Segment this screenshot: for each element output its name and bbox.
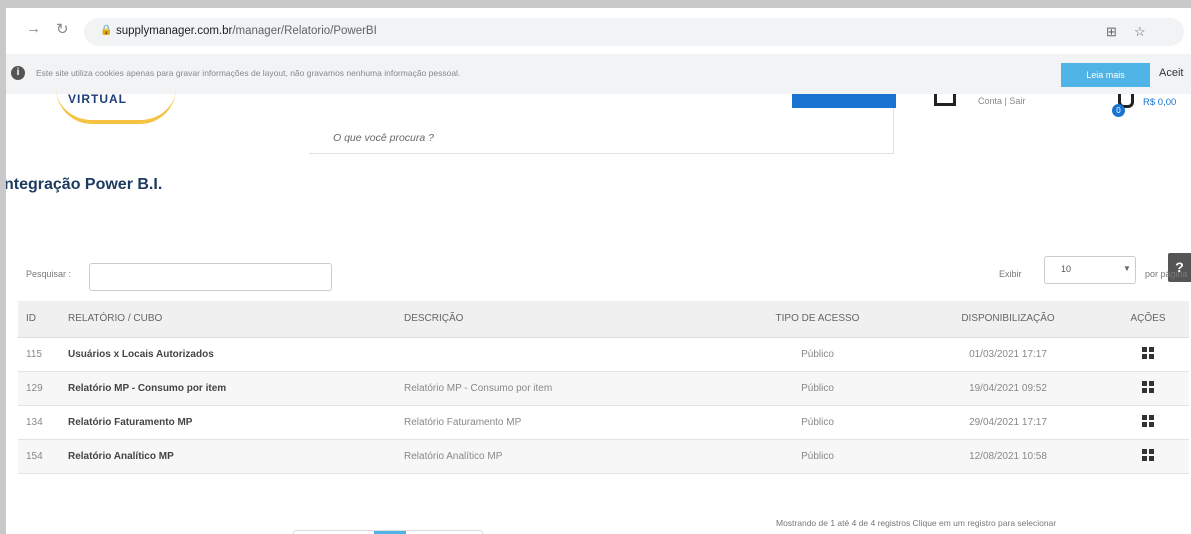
cart-total[interactable]: R$ 0,00 xyxy=(1143,97,1176,108)
info-icon: i xyxy=(11,66,25,80)
cell-report-name: Usuários x Locais Autorizados xyxy=(60,337,396,372)
windows-icon[interactable] xyxy=(1142,448,1154,461)
cell-id: 129 xyxy=(18,371,60,406)
cell-description: Relatório Analítico MP xyxy=(396,439,726,474)
cell-id: 134 xyxy=(18,405,60,440)
user-icon[interactable] xyxy=(934,94,956,106)
cell-availability: 29/04/2021 17:17 xyxy=(909,405,1107,440)
windows-icon[interactable] xyxy=(1142,346,1154,359)
table-header-row: ID RELATÓRIO / CUBO DESCRIÇÃO TIPO DE AC… xyxy=(18,301,1189,338)
accept-button[interactable]: Aceit xyxy=(1159,67,1183,79)
column-header-description[interactable]: DESCRIÇÃO xyxy=(396,301,726,338)
address-bar[interactable]: 🔒 supplymanager.com.br/manager/Relatorio… xyxy=(84,18,1184,46)
browser-toolbar: → ↻ 🔒 supplymanager.com.br/manager/Relat… xyxy=(6,8,1191,54)
cell-access-type: Público xyxy=(726,337,909,372)
lock-icon: 🔒 xyxy=(100,25,113,36)
cell-description: Relatório MP - Consumo por item xyxy=(396,371,726,406)
cell-id: 115 xyxy=(18,337,60,372)
search-label: Pesquisar : xyxy=(26,269,72,279)
table-row[interactable]: 115 Usuários x Locais Autorizados Públic… xyxy=(18,337,1189,372)
star-icon[interactable]: ☆ xyxy=(1134,24,1146,40)
cart-count-badge: 0 xyxy=(1112,104,1125,117)
site-search-panel: O que você procura ? xyxy=(309,94,896,154)
cell-availability: 12/08/2021 10:58 xyxy=(909,439,1107,474)
cell-id: 154 xyxy=(18,439,60,474)
column-header-id[interactable]: ID xyxy=(18,301,60,338)
cell-report-name: Relatório MP - Consumo por item xyxy=(60,371,396,406)
search-submit-button[interactable] xyxy=(792,94,896,108)
page-title: ntegração Power B.I. xyxy=(6,176,163,193)
column-header-report[interactable]: RELATÓRIO / CUBO xyxy=(60,301,396,338)
column-header-actions: AÇÕES xyxy=(1107,301,1189,338)
table-row[interactable]: 154 Relatório Analítico MP Relatório Ana… xyxy=(18,439,1189,474)
url-domain: supplymanager.com.br xyxy=(116,25,233,37)
table-footer-info: Mostrando de 1 até 4 de 4 registros Cliq… xyxy=(776,518,1057,528)
window-frame-top xyxy=(0,0,1191,8)
cell-availability: 01/03/2021 17:17 xyxy=(909,337,1107,372)
cell-access-type: Público xyxy=(726,405,909,440)
search-hint[interactable]: O que você procura ? xyxy=(333,132,434,144)
browser-page: → ↻ 🔒 supplymanager.com.br/manager/Relat… xyxy=(6,8,1191,534)
cell-access-type: Público xyxy=(726,439,909,474)
windows-icon[interactable] xyxy=(1142,380,1154,393)
site-header: VIRTUAL O que você procura ? Conta | Sai… xyxy=(6,92,1191,154)
url-path: /manager/Relatorio/PowerBI xyxy=(232,25,377,37)
cell-description: Relatório Faturamento MP xyxy=(396,405,726,440)
cell-report-name: Relatório Faturamento MP xyxy=(60,405,396,440)
cell-report-name: Relatório Analítico MP xyxy=(60,439,396,474)
cell-availability: 19/04/2021 09:52 xyxy=(909,371,1107,406)
translate-icon[interactable]: ⊞ xyxy=(1106,24,1117,40)
cell-description xyxy=(396,337,726,372)
account-link[interactable]: Conta | Sair xyxy=(978,96,1025,106)
logo-text: VIRTUAL xyxy=(68,92,127,106)
reports-table: ID RELATÓRIO / CUBO DESCRIÇÃO TIPO DE AC… xyxy=(18,301,1189,474)
cookie-text: Este site utiliza cookies apenas para gr… xyxy=(36,68,461,78)
windows-icon[interactable] xyxy=(1142,414,1154,427)
column-header-access-type[interactable]: TIPO DE ACESSO xyxy=(726,301,909,338)
per-page-label: por página xyxy=(1145,269,1188,279)
read-more-button[interactable]: Leia mais xyxy=(1061,63,1150,87)
page-size-label: Exibir xyxy=(999,269,1022,279)
site-logo[interactable]: VIRTUAL xyxy=(56,88,176,124)
reload-icon[interactable]: ↻ xyxy=(56,20,69,38)
url-text[interactable]: supplymanager.com.br/manager/Relatorio/P… xyxy=(116,25,377,37)
search-input[interactable] xyxy=(89,263,332,291)
cell-access-type: Público xyxy=(726,371,909,406)
table-row[interactable]: 134 Relatório Faturamento MP Relatório F… xyxy=(18,405,1189,440)
column-header-availability[interactable]: DISPONIBILIZAÇÃO xyxy=(909,301,1107,338)
back-arrow-icon[interactable]: → xyxy=(26,20,41,37)
pagination xyxy=(293,530,483,534)
chevron-down-icon: ▼ xyxy=(1123,264,1131,273)
page-size-value: 10 xyxy=(1061,264,1072,274)
page-size-select[interactable]: 10 ▼ xyxy=(1044,256,1136,284)
table-row[interactable]: 129 Relatório MP - Consumo por item Rela… xyxy=(18,371,1189,406)
cookie-notice: i Este site utiliza cookies apenas para … xyxy=(6,54,1191,94)
